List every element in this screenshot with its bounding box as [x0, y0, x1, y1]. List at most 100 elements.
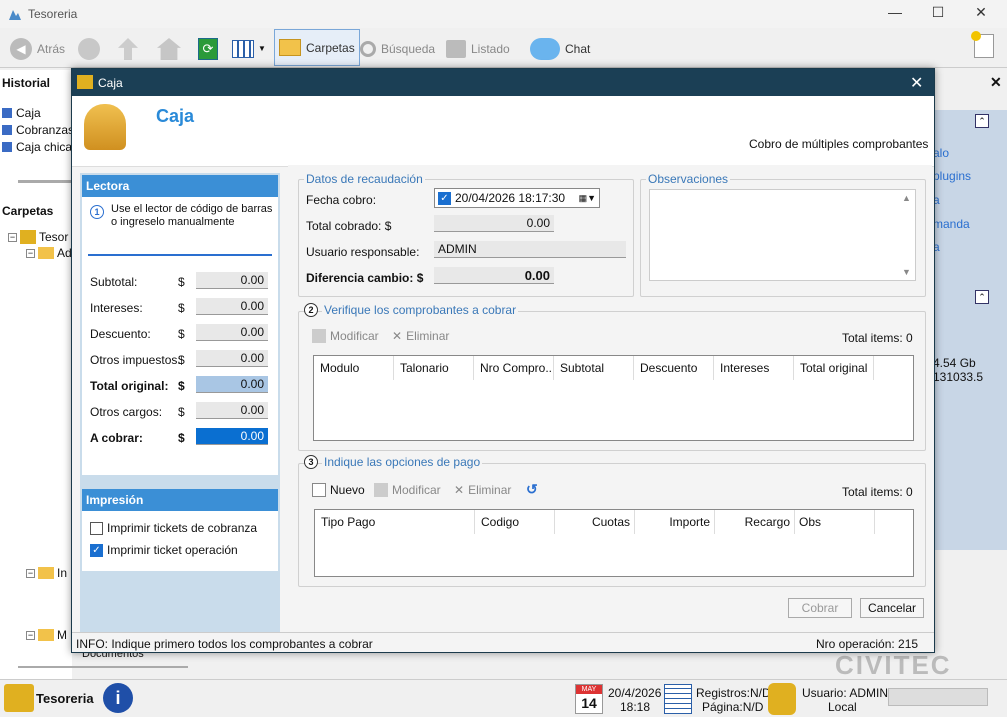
splitter[interactable] — [18, 180, 72, 183]
status-app-name: Tesoreria — [36, 691, 94, 706]
right-link[interactable]: plugins — [933, 169, 971, 183]
modificar-comprobante-button[interactable]: Modificar — [312, 329, 379, 343]
pago-grid[interactable]: Tipo Pago Codigo Cuotas Importe Recargo … — [314, 509, 914, 577]
right-link[interactable]: alo — [933, 146, 949, 160]
column-header[interactable]: Tipo Pago — [315, 510, 475, 534]
comprobantes-total-items: Total items: 0 — [842, 331, 913, 345]
dialog-statusbar: INFO: Indique primero todos los comproba… — [72, 632, 934, 652]
currency-symbol: $ — [178, 405, 185, 419]
history-list: Caja Cobranzas Caja chica — [2, 104, 74, 155]
print-tickets-checkbox[interactable]: Imprimir tickets de cobranza — [90, 521, 257, 535]
expand-icon[interactable]: − — [26, 248, 35, 258]
history-item[interactable]: Cobranzas — [2, 121, 74, 138]
total-row: Intereses: $0.00 — [88, 297, 274, 323]
minimize-button[interactable]: — — [880, 4, 910, 24]
folders-title: Carpetas — [2, 204, 54, 218]
splitter[interactable] — [18, 666, 188, 668]
eliminar-comprobante-button[interactable]: ✕ Eliminar — [392, 329, 449, 343]
cobrar-button[interactable]: Cobrar — [788, 598, 852, 618]
expand-icon[interactable]: − — [26, 630, 35, 640]
right-link[interactable]: manda — [933, 217, 970, 231]
history-item[interactable]: Caja — [2, 104, 74, 121]
maximize-button[interactable]: ☐ — [923, 4, 953, 24]
tree-node[interactable]: − M — [26, 628, 67, 642]
scroll-up-icon[interactable]: ▲ — [902, 193, 911, 203]
app-logo-icon — [77, 75, 93, 89]
close-window-button[interactable]: ✕ — [966, 4, 996, 24]
tree-root[interactable]: − Tesor — [8, 230, 68, 244]
column-header[interactable]: Descuento — [634, 356, 714, 380]
total-value: 0.00 — [196, 402, 268, 419]
list-button[interactable]: Listado — [442, 34, 514, 64]
expand-icon[interactable]: − — [26, 568, 35, 578]
folder-icon — [38, 567, 54, 579]
column-header[interactable]: Talonario — [394, 356, 474, 380]
expand-icon[interactable]: − — [8, 232, 17, 242]
folders-button[interactable]: Carpetas — [274, 29, 360, 66]
fecha-picker[interactable]: ✓ 20/04/2026 18:17:30 ▦▼ — [434, 188, 600, 208]
calendar-icon: MAY 14 — [575, 684, 603, 714]
window-title: Tesoreria — [28, 7, 78, 21]
column-header[interactable]: Codigo — [475, 510, 555, 534]
print-operation-checkbox[interactable]: ✓ Imprimir ticket operación — [90, 543, 238, 557]
column-header[interactable]: Subtotal — [554, 356, 634, 380]
currency-symbol: $ — [178, 353, 185, 367]
calendar-dropdown-icon[interactable]: ▦▼ — [579, 193, 596, 204]
column-header[interactable]: Cuotas — [555, 510, 635, 534]
column-header[interactable]: Obs — [795, 510, 875, 534]
chevron-down-icon[interactable]: ▼ — [258, 44, 266, 53]
eliminar-pago-button[interactable]: ✕ Eliminar — [454, 483, 511, 497]
new-document-icon[interactable] — [971, 31, 994, 58]
info-icon[interactable]: i — [103, 683, 133, 713]
calendar-day: 14 — [581, 695, 597, 711]
column-header[interactable]: Importe — [635, 510, 715, 534]
impresion-panel: Impresión Imprimir tickets de cobranza ✓… — [82, 489, 278, 571]
lectora-instructions: Use el lector de código de barras o ingr… — [111, 203, 273, 228]
forward-arrow-icon[interactable] — [78, 38, 100, 60]
panel-close-button[interactable]: ✕ — [990, 74, 1002, 91]
search-button[interactable]: Búsqueda — [356, 34, 439, 64]
folder-icon — [279, 39, 301, 56]
observaciones-textarea[interactable] — [649, 189, 916, 281]
collapse-icon[interactable]: ⌃ — [975, 290, 989, 304]
column-header[interactable]: Modulo — [314, 356, 394, 380]
view-grid-icon[interactable] — [232, 40, 254, 58]
home-icon[interactable] — [157, 38, 181, 60]
total-label: Descuento: — [90, 327, 151, 341]
magnifier-icon — [360, 41, 376, 57]
nuevo-pago-button[interactable]: Nuevo — [312, 483, 365, 497]
modificar-pago-button[interactable]: Modificar — [374, 483, 441, 497]
total-label: Otros impuestos: — [90, 353, 181, 367]
total-row: Descuento: $0.00 — [88, 323, 274, 349]
tree-node[interactable]: − Ad — [26, 246, 72, 260]
total-value[interactable]: 0.00 — [196, 428, 268, 445]
refresh-icon[interactable]: ↺ — [526, 481, 538, 498]
collapse-icon[interactable]: ⌃ — [975, 114, 989, 128]
cancelar-button[interactable]: Cancelar — [860, 598, 924, 618]
refresh-icon[interactable]: ⟳ — [198, 38, 218, 60]
folder-icon — [38, 629, 54, 641]
dialog-titlebar: Caja ✕ — [72, 69, 934, 96]
barcode-input[interactable] — [88, 236, 272, 256]
column-header[interactable]: Recargo — [715, 510, 795, 534]
scroll-down-icon[interactable]: ▼ — [902, 267, 911, 277]
column-header[interactable]: Nro Compro... — [474, 356, 554, 380]
column-header[interactable]: Total original — [794, 356, 874, 380]
history-item[interactable]: Caja chica — [2, 138, 74, 155]
recaudacion-title: Datos de recaudación — [304, 172, 425, 186]
impresion-title: Impresión — [82, 489, 278, 511]
dialog-title: Caja — [98, 76, 123, 90]
step-two-icon: 2 — [304, 303, 318, 317]
up-arrow-icon[interactable] — [118, 38, 138, 60]
step-three-icon: 3 — [304, 455, 318, 469]
status-user: Usuario: ADMIN — [802, 686, 889, 700]
dialog-close-button[interactable]: ✕ — [910, 73, 923, 93]
tree-node[interactable]: − In — [26, 566, 67, 580]
back-button[interactable]: ◀ Atrás — [6, 34, 69, 64]
chat-button[interactable]: Chat — [526, 34, 594, 64]
comprobantes-grid[interactable]: Modulo Talonario Nro Compro... Subtotal … — [313, 355, 914, 441]
main-toolbar: ◀ Atrás ⟳ ▼ Carpetas Búsqueda Listado Ch… — [0, 28, 1007, 68]
caja-dialog: Caja ✕ Caja Cobro de múltiples comproban… — [71, 68, 935, 653]
column-header[interactable]: Intereses — [714, 356, 794, 380]
lectora-panel: Lectora 1 Use el lector de código de bar… — [82, 175, 278, 475]
